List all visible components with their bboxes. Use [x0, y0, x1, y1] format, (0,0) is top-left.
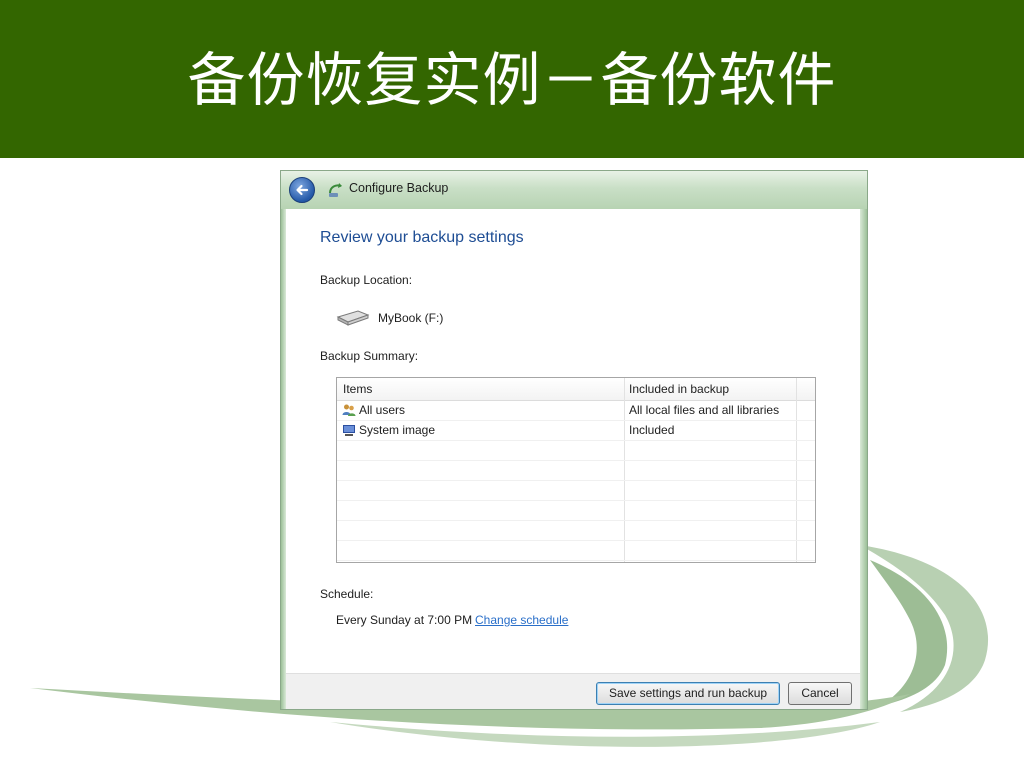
cancel-button[interactable]: Cancel — [788, 682, 852, 705]
users-icon — [342, 404, 356, 416]
schedule-label: Schedule: — [320, 587, 374, 601]
drive-name: MyBook (F:) — [378, 311, 444, 325]
backup-location-label: Backup Location: — [320, 273, 413, 287]
included-value: All local files and all libraries — [629, 403, 780, 417]
back-button[interactable] — [289, 177, 315, 203]
table-row[interactable]: All users All local files and all librar… — [337, 400, 815, 421]
window-title: Configure Backup — [349, 181, 449, 195]
table-header: Items Included in backup — [337, 378, 815, 401]
empty-row — [337, 500, 815, 521]
page-heading: Review your backup settings — [320, 229, 524, 246]
column-header-included[interactable]: Included in backup — [629, 382, 729, 396]
dialog-content: Review your backup settings Backup Locat… — [286, 209, 860, 673]
empty-row — [337, 520, 815, 541]
slide-header: 备份恢复实例－备份软件 — [0, 0, 1024, 158]
change-schedule-link[interactable]: Change schedule — [475, 613, 568, 627]
window-right-border — [860, 209, 867, 709]
item-name: System image — [359, 423, 436, 437]
empty-row — [337, 480, 815, 501]
drive-icon — [336, 310, 370, 326]
system-image-icon — [343, 425, 355, 436]
item-name: All users — [359, 403, 406, 417]
empty-row — [337, 540, 815, 561]
backup-icon — [329, 183, 342, 197]
save-and-run-backup-button[interactable]: Save settings and run backup — [596, 682, 780, 705]
backup-summary-table: Items Included in backup All users All l… — [336, 377, 816, 563]
window-titlebar: Configure Backup — [281, 171, 867, 209]
column-header-items[interactable]: Items — [343, 382, 372, 396]
configure-backup-window: Configure Backup Review your backup sett… — [280, 170, 868, 710]
backup-summary-label: Backup Summary: — [320, 349, 419, 363]
back-arrow-icon — [296, 184, 309, 196]
included-value: Included — [629, 423, 675, 437]
empty-row — [337, 440, 815, 461]
dialog-footer: Save settings and run backup Cancel — [286, 673, 862, 709]
slide-title: 备份恢复实例－备份软件 — [187, 46, 837, 114]
schedule-value: Every Sunday at 7:00 PM — [336, 613, 473, 627]
table-row[interactable]: System image Included — [337, 420, 815, 441]
empty-row — [337, 460, 815, 481]
